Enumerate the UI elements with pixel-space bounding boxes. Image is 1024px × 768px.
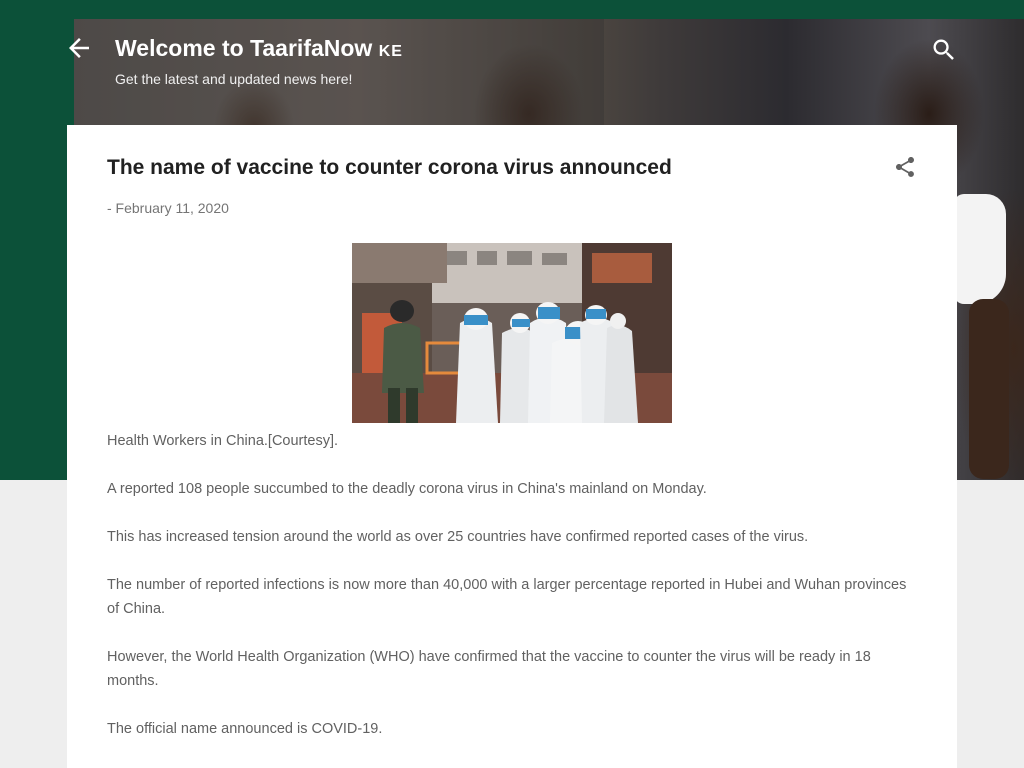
post-image[interactable] xyxy=(352,243,672,423)
blog-title[interactable]: Welcome to TaarifaNow KE xyxy=(115,33,403,67)
post-date[interactable]: - February 11, 2020 xyxy=(107,198,229,218)
post-paragraph: However, the World Health Organization (… xyxy=(107,649,871,689)
post-title[interactable]: The name of vaccine to counter corona vi… xyxy=(107,153,672,183)
back-button[interactable] xyxy=(64,33,94,63)
health-workers-photo xyxy=(352,243,672,423)
arrow-left-icon xyxy=(69,38,89,58)
post-paragraph: This has increased tension around the wo… xyxy=(107,529,809,545)
post-paragraph: A reported 108 people succumbed to the d… xyxy=(107,481,707,497)
banner-figure-shirt xyxy=(954,194,1006,304)
banner-figure-arm xyxy=(969,299,1009,479)
search-button[interactable] xyxy=(930,36,958,64)
post-body: Health Workers in China.[Courtesy]. A re… xyxy=(107,429,907,765)
share-button[interactable] xyxy=(893,155,917,179)
post-paragraph: The number of reported infections is now… xyxy=(107,577,907,617)
blog-title-suffix[interactable]: KE xyxy=(379,43,403,60)
search-icon xyxy=(933,39,954,60)
blog-title-text[interactable]: Welcome to TaarifaNow xyxy=(115,35,372,61)
share-icon xyxy=(896,157,914,177)
post-paragraph: The official name announced is COVID-19. xyxy=(107,721,383,737)
blog-description: Get the latest and updated news here! xyxy=(115,71,353,87)
image-caption: Health Workers in China.[Courtesy]. xyxy=(107,433,339,449)
post-card: The name of vaccine to counter corona vi… xyxy=(67,125,957,768)
